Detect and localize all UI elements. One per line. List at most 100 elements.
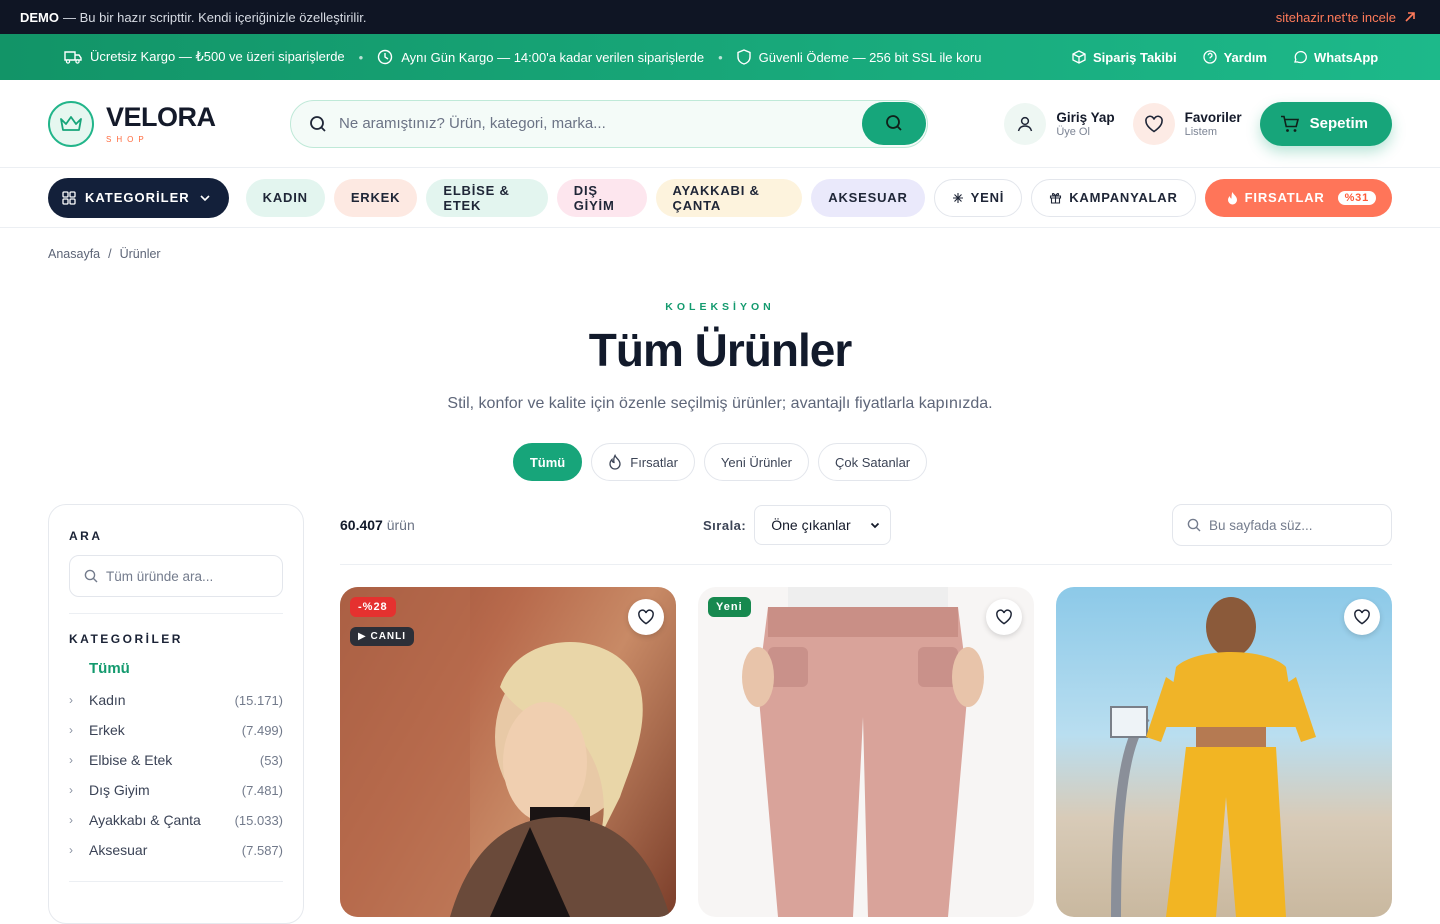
whatsapp-link[interactable]: WhatsApp: [1293, 50, 1378, 65]
promo-message: Güvenli Ödeme — 256 bit SSL ile koru: [758, 49, 982, 65]
heart-icon: [1354, 609, 1370, 625]
nav-item-erkek[interactable]: ERKEK: [333, 178, 418, 217]
promo-separator: •: [718, 49, 723, 65]
nav-item-label: AKSESUAR: [828, 190, 908, 205]
logo[interactable]: VELORA SHOP: [48, 100, 290, 147]
login-button[interactable]: Giriş Yap Üye Ol: [1004, 102, 1115, 145]
nav-item-dis-giyim[interactable]: DIŞ GİYİM: [556, 178, 647, 217]
chevron-right-icon: ›: [69, 753, 73, 767]
flame-icon: [609, 454, 621, 470]
demo-link-label: sitehazir.net'te incele: [1275, 9, 1396, 25]
promo-same-day: Aynı Gün Kargo — 14:00'a kadar verilen s…: [377, 49, 704, 65]
sidebar-search-input[interactable]: Tüm üründe ara...: [69, 555, 283, 597]
nav-item-firsatlar[interactable]: FIRSATLAR %31: [1204, 178, 1392, 217]
tab-all[interactable]: Tümü: [512, 443, 583, 481]
heart-icon: [996, 609, 1012, 625]
nav-item-label: ERKEK: [350, 190, 401, 205]
shield-icon: [736, 49, 751, 65]
deals-label: FIRSATLAR: [1244, 190, 1325, 205]
breadcrumb-separator: /: [108, 247, 112, 261]
truck-icon: [64, 51, 82, 64]
demo-link[interactable]: sitehazir.net'te incele: [1276, 10, 1416, 25]
sidebar-category-all[interactable]: Tümü: [89, 660, 283, 677]
heart-icon: [638, 609, 654, 625]
favorite-button[interactable]: [986, 599, 1022, 635]
search-icon: [1187, 518, 1201, 532]
sort-value: Öne çıkanlar: [771, 517, 851, 533]
favorite-button[interactable]: [628, 599, 664, 635]
search-input[interactable]: Ne aramıştınız? Ürün, kategori, marka...: [290, 99, 928, 148]
category-count: (7.587): [241, 842, 283, 858]
filter-sidebar: ARA Tüm üründe ara... KATEGORİLER Tümü ›…: [48, 504, 304, 924]
page-hero: KOLEKSİYON Tüm Ürünler Stil, konfor ve k…: [0, 301, 1440, 481]
nav-item-elbise-etek[interactable]: ELBİSE & ETEK: [426, 178, 548, 217]
categories-dropdown[interactable]: KATEGORİLER: [48, 177, 229, 218]
sort-select[interactable]: Öne çıkanlar: [754, 505, 892, 545]
sidebar-category-elbise-etek[interactable]: › Elbise & Etek (53): [69, 745, 283, 775]
promo-separator: •: [358, 49, 364, 65]
discount-badge: -%28: [350, 597, 396, 617]
nav-item-aksesuar[interactable]: AKSESUAR: [811, 178, 925, 217]
sidebar-category-kadin[interactable]: › Kadın (15.171): [69, 685, 283, 715]
promo-message: Ücretsiz Kargo — ₺500 ve üzeri siparişle…: [90, 49, 345, 64]
heart-icon: [1132, 102, 1175, 145]
product-card[interactable]: -%28 ▶ CANLI: [340, 587, 676, 917]
help-link[interactable]: Yardım: [1202, 50, 1267, 65]
product-image: [742, 587, 984, 917]
sidebar-search-heading: ARA: [69, 529, 103, 543]
sidebar-category-erkek[interactable]: › Erkek (7.499): [69, 715, 283, 745]
breadcrumb-home[interactable]: Anasayfa: [48, 247, 100, 261]
search-icon: [310, 115, 326, 132]
page-filter-input[interactable]: Bu sayfada süz...: [1172, 504, 1392, 546]
tab-deals[interactable]: Fırsatlar: [591, 443, 695, 481]
deals-badge: %31: [1337, 190, 1376, 205]
register-link[interactable]: Üye Ol: [1056, 126, 1114, 138]
breadcrumb: Anasayfa / Ürünler: [0, 228, 1440, 261]
breadcrumb-current: Ürünler: [119, 247, 161, 261]
login-title: Giriş Yap: [1056, 109, 1115, 125]
search-icon: [886, 115, 902, 131]
clock-icon: [378, 49, 393, 65]
favorite-button[interactable]: [1344, 599, 1380, 635]
promo-free-shipping: Ücretsiz Kargo — ₺500 ve üzeri siparişle…: [64, 49, 345, 65]
sparkle-icon: [952, 192, 963, 203]
favorites-button[interactable]: Favoriler Listem: [1132, 102, 1242, 145]
nav-item-kampanyalar[interactable]: KAMPANYALAR: [1031, 178, 1196, 217]
new-badge: Yeni: [708, 597, 751, 617]
divider: [69, 613, 283, 614]
chevron-right-icon: ›: [69, 843, 73, 857]
sidebar-category-dis-giyim[interactable]: › Dış Giyim (7.481): [69, 775, 283, 805]
promo-message: Aynı Gün Kargo — 14:00'a kadar verilen s…: [401, 49, 705, 65]
nav-item-yeni[interactable]: YENİ: [933, 178, 1023, 217]
sidebar-category-aksesuar[interactable]: › Aksesuar (7.587): [69, 835, 283, 865]
search-placeholder: Ne aramıştınız? Ürün, kategori, marka...: [339, 115, 606, 132]
category-count: (15.171): [234, 692, 283, 708]
nav-item-ayakkabi-canta[interactable]: AYAKKABI & ÇANTA: [655, 178, 803, 217]
cart-button[interactable]: Sepetim: [1259, 101, 1392, 146]
product-card[interactable]: [1056, 587, 1392, 917]
logo-sub: SHOP: [106, 134, 149, 144]
arrow-up-right-icon: [1405, 12, 1415, 22]
sidebar-categories-heading: KATEGORİLER: [69, 632, 183, 646]
demo-text: — Bu bir hazır scripttir. Kendi içeriğin…: [63, 9, 367, 25]
product-image: [1110, 597, 1316, 917]
page-subtitle: Stil, konfor ve kalite için özenle seçil…: [447, 395, 993, 412]
category-nav: KATEGORİLER KADIN ERKEK ELBİSE & ETEK DI…: [0, 168, 1440, 228]
tab-label: Tümü: [529, 454, 566, 470]
sidebar-category-ayakkabi-canta[interactable]: › Ayakkabı & Çanta (15.033): [69, 805, 283, 835]
search-button[interactable]: [862, 101, 926, 145]
tab-label: Çok Satanlar: [834, 454, 911, 470]
logo-name: VELORA: [106, 101, 216, 132]
sort-control: Sırala: Öne çıkanlar: [703, 505, 892, 545]
order-tracking-link[interactable]: Sipariş Takibi: [1072, 50, 1177, 65]
live-badge-label: CANLI: [370, 631, 407, 642]
tab-bestsellers[interactable]: Çok Satanlar: [817, 443, 928, 481]
tab-new[interactable]: Yeni Ürünler: [703, 443, 809, 481]
nav-item-label: AYAKKABI & ÇANTA: [672, 182, 760, 213]
filter-tabs: Tümü Fırsatlar Yeni Ürünler Çok Satanlar: [0, 443, 1440, 481]
nav-item-kadin[interactable]: KADIN: [245, 178, 325, 217]
user-icon: [1004, 102, 1047, 145]
category-count: (7.481): [241, 782, 283, 798]
category-name: Aksesuar: [89, 842, 148, 858]
product-card[interactable]: Yeni: [698, 587, 1034, 917]
